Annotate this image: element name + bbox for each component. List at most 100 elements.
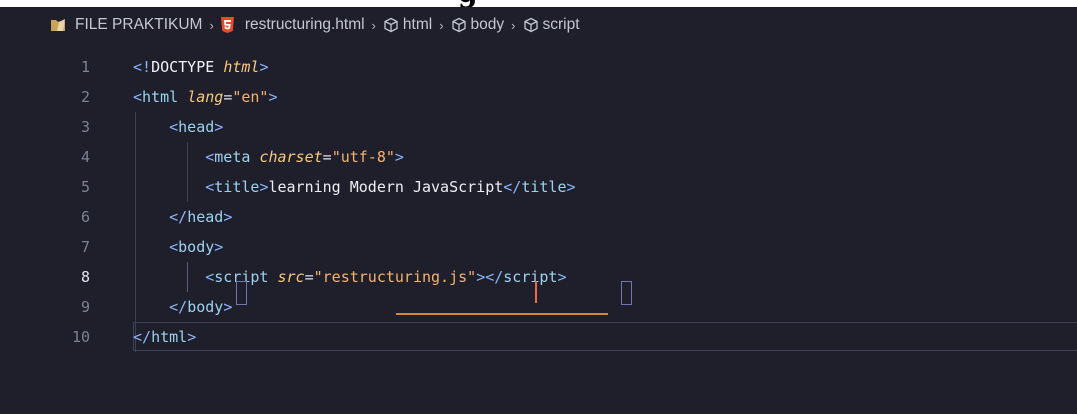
code-token: </ xyxy=(485,268,504,286)
code-token: html xyxy=(223,58,260,76)
code-token: body xyxy=(178,238,215,256)
code-token: script xyxy=(503,268,558,286)
code-token: < xyxy=(133,88,143,106)
code-token: = xyxy=(304,268,314,286)
code-token: </ xyxy=(133,328,152,346)
breadcrumb-item-script[interactable]: script xyxy=(523,16,580,34)
code-line[interactable]: 4 <meta charset="utf-8"> xyxy=(0,142,1077,172)
line-code[interactable]: <script src="restructuring.js"></script> xyxy=(133,262,567,292)
code-token: html xyxy=(151,328,188,346)
breadcrumb: FILE PRAKTIKUM › restructuring.html › ht… xyxy=(0,7,1077,43)
line-number: 5 xyxy=(80,178,90,196)
line-code[interactable]: <meta charset="utf-8"> xyxy=(133,142,404,172)
code-line[interactable]: 7 <body> xyxy=(0,232,1077,262)
code-editor[interactable]: FILE PRAKTIKUM › restructuring.html › ht… xyxy=(0,7,1077,414)
code-token: < xyxy=(205,268,215,286)
code-token: body xyxy=(187,298,224,316)
line-code[interactable]: <body> xyxy=(133,232,223,262)
code-area[interactable]: 1 <!DOCTYPE html> 2 <html lang="en"> 3 <head… xyxy=(0,52,1077,352)
code-token: head xyxy=(187,208,224,226)
line-code[interactable]: </html> xyxy=(133,322,196,352)
line-number: 1 xyxy=(80,58,90,76)
breadcrumb-label-body: body xyxy=(470,16,505,33)
code-token: > xyxy=(223,298,233,316)
breadcrumb-item-body[interactable]: body xyxy=(451,16,505,34)
code-token: < xyxy=(169,118,179,136)
folder-icon xyxy=(50,18,66,32)
code-line[interactable]: 10 </html> xyxy=(0,322,1077,352)
code-token: > xyxy=(259,58,269,76)
code-token: > xyxy=(476,268,486,286)
bracket-match-open xyxy=(236,281,247,305)
breadcrumb-label-script: script xyxy=(542,16,580,33)
code-token: lang xyxy=(187,88,224,106)
code-token: <! xyxy=(133,58,152,76)
code-token: < xyxy=(169,238,179,256)
code-token: html xyxy=(142,88,179,106)
cube-icon xyxy=(451,17,467,33)
code-token: meta xyxy=(214,148,251,166)
code-token: = xyxy=(223,88,233,106)
code-token: > xyxy=(214,118,224,136)
code-token: > xyxy=(268,88,278,106)
line-number: 3 xyxy=(80,118,90,136)
line-number: 9 xyxy=(80,298,90,316)
code-token: < xyxy=(205,148,215,166)
breadcrumb-separator: › xyxy=(439,17,444,33)
breadcrumb-item-file[interactable]: restructuring.html xyxy=(220,16,365,34)
code-token: > xyxy=(394,148,404,166)
cube-icon xyxy=(383,17,399,33)
breadcrumb-label-html: html xyxy=(402,16,433,33)
line-code[interactable]: </body> xyxy=(133,292,232,322)
code-line[interactable]: 6 </head> xyxy=(0,202,1077,232)
breadcrumb-label-folder: FILE PRAKTIKUM xyxy=(75,16,203,33)
code-token: title xyxy=(214,178,260,196)
top-strip: g xyxy=(0,0,1077,7)
code-token: "restructuring.js" xyxy=(313,268,477,286)
line-number: 7 xyxy=(80,238,90,256)
line-code[interactable]: <title>learning Modern JavaScript</title… xyxy=(133,172,575,202)
code-token: learning Modern JavaScript xyxy=(268,178,504,196)
cube-icon xyxy=(523,17,539,33)
breadcrumb-separator: › xyxy=(371,17,376,33)
line-number: 8 xyxy=(80,268,90,286)
breadcrumb-label-file: restructuring.html xyxy=(244,16,365,33)
line-number: 6 xyxy=(80,208,90,226)
line-code[interactable]: </head> xyxy=(133,202,232,232)
code-line[interactable]: 5 <title>learning Modern JavaScript</tit… xyxy=(0,172,1077,202)
code-token: > xyxy=(557,268,567,286)
line-code[interactable]: <html lang="en"> xyxy=(133,82,278,112)
breadcrumb-item-html[interactable]: html xyxy=(383,16,432,34)
html5-icon xyxy=(220,17,234,33)
code-token: </ xyxy=(169,298,188,316)
code-line[interactable]: 1 <!DOCTYPE html> xyxy=(0,52,1077,82)
code-token: > xyxy=(187,328,197,346)
breadcrumb-separator: › xyxy=(511,17,516,33)
breadcrumb-item-folder[interactable]: FILE PRAKTIKUM xyxy=(50,16,202,34)
code-token: > xyxy=(223,208,233,226)
code-line[interactable]: 9 </body> xyxy=(0,292,1077,322)
code-line[interactable]: 2 <html lang="en"> xyxy=(0,82,1077,112)
code-token: title xyxy=(521,178,567,196)
line-code[interactable]: <head> xyxy=(133,112,223,142)
line-number: 2 xyxy=(80,88,90,106)
line-code[interactable]: <!DOCTYPE html> xyxy=(133,52,268,82)
line-number: 4 xyxy=(80,148,90,166)
code-line[interactable]: 8 <script src="restructuring.js"></scrip… xyxy=(0,262,1077,292)
code-token: src xyxy=(277,268,305,286)
string-underline xyxy=(396,313,608,315)
cropped-heading-text: g xyxy=(458,0,478,7)
code-line[interactable]: 3 <head> xyxy=(0,112,1077,142)
text-cursor xyxy=(535,281,537,303)
code-token: head xyxy=(178,118,215,136)
code-token: = xyxy=(322,148,332,166)
